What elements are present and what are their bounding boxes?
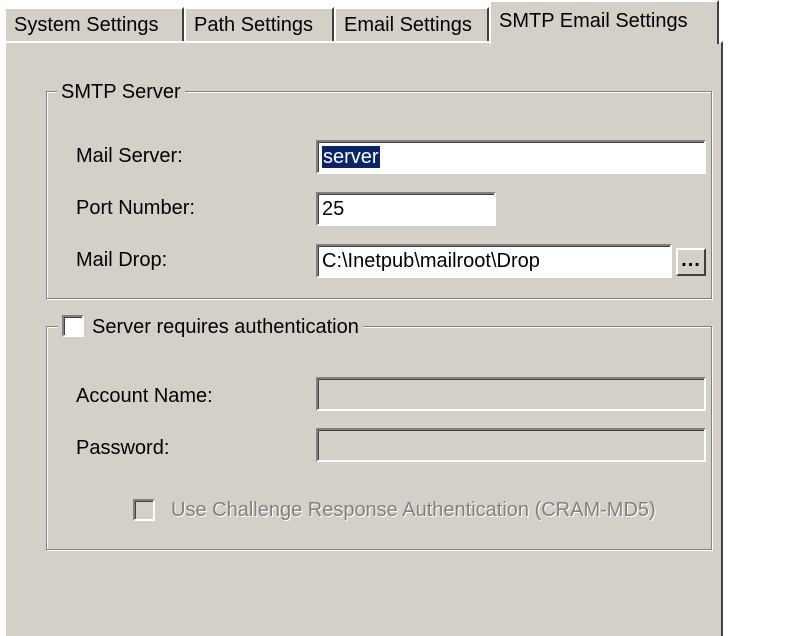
port-number-value: 25 bbox=[322, 198, 345, 220]
tab-label: Path Settings bbox=[194, 14, 313, 36]
browse-button-label: ... bbox=[681, 249, 701, 271]
mail-server-label: Mail Server: bbox=[76, 145, 183, 167]
mail-server-value: server bbox=[322, 146, 380, 168]
tab-path-settings[interactable]: Path Settings bbox=[184, 7, 334, 41]
mail-drop-input[interactable]: C:\Inetpub\mailroot\Drop bbox=[316, 244, 672, 278]
port-number-label: Port Number: bbox=[76, 197, 195, 219]
tab-system-settings[interactable]: System Settings bbox=[4, 7, 184, 41]
port-number-input[interactable]: 25 bbox=[316, 192, 496, 226]
requires-auth-checkbox[interactable] bbox=[62, 315, 84, 337]
cram-md5-checkbox[interactable] bbox=[133, 499, 155, 521]
cram-md5-label: Use Challenge Response Authentication (C… bbox=[171, 499, 656, 521]
tab-label: System Settings bbox=[14, 14, 159, 36]
browse-button[interactable]: ... bbox=[676, 248, 706, 276]
tab-email-settings[interactable]: Email Settings bbox=[334, 7, 489, 41]
requires-auth-label: Server requires authentication bbox=[92, 316, 359, 338]
password-input[interactable] bbox=[316, 428, 706, 462]
password-label: Password: bbox=[76, 437, 170, 459]
mail-server-input[interactable]: server bbox=[316, 140, 706, 174]
tab-label: SMTP Email Settings bbox=[499, 10, 688, 32]
smtp-server-group-title: SMTP Server bbox=[57, 80, 185, 104]
authentication-group-header: Server requires authentication bbox=[58, 315, 363, 339]
mail-drop-value: C:\Inetpub\mailroot\Drop bbox=[322, 250, 540, 272]
mail-drop-label: Mail Drop: bbox=[76, 249, 168, 271]
tab-smtp-email-settings[interactable]: SMTP Email Settings bbox=[489, 0, 719, 44]
account-name-label: Account Name: bbox=[76, 385, 213, 407]
tab-label: Email Settings bbox=[344, 14, 472, 36]
account-name-input[interactable] bbox=[316, 377, 706, 411]
tab-panel-smtp: SMTP Server Mail Server: server Port Num… bbox=[4, 41, 723, 636]
